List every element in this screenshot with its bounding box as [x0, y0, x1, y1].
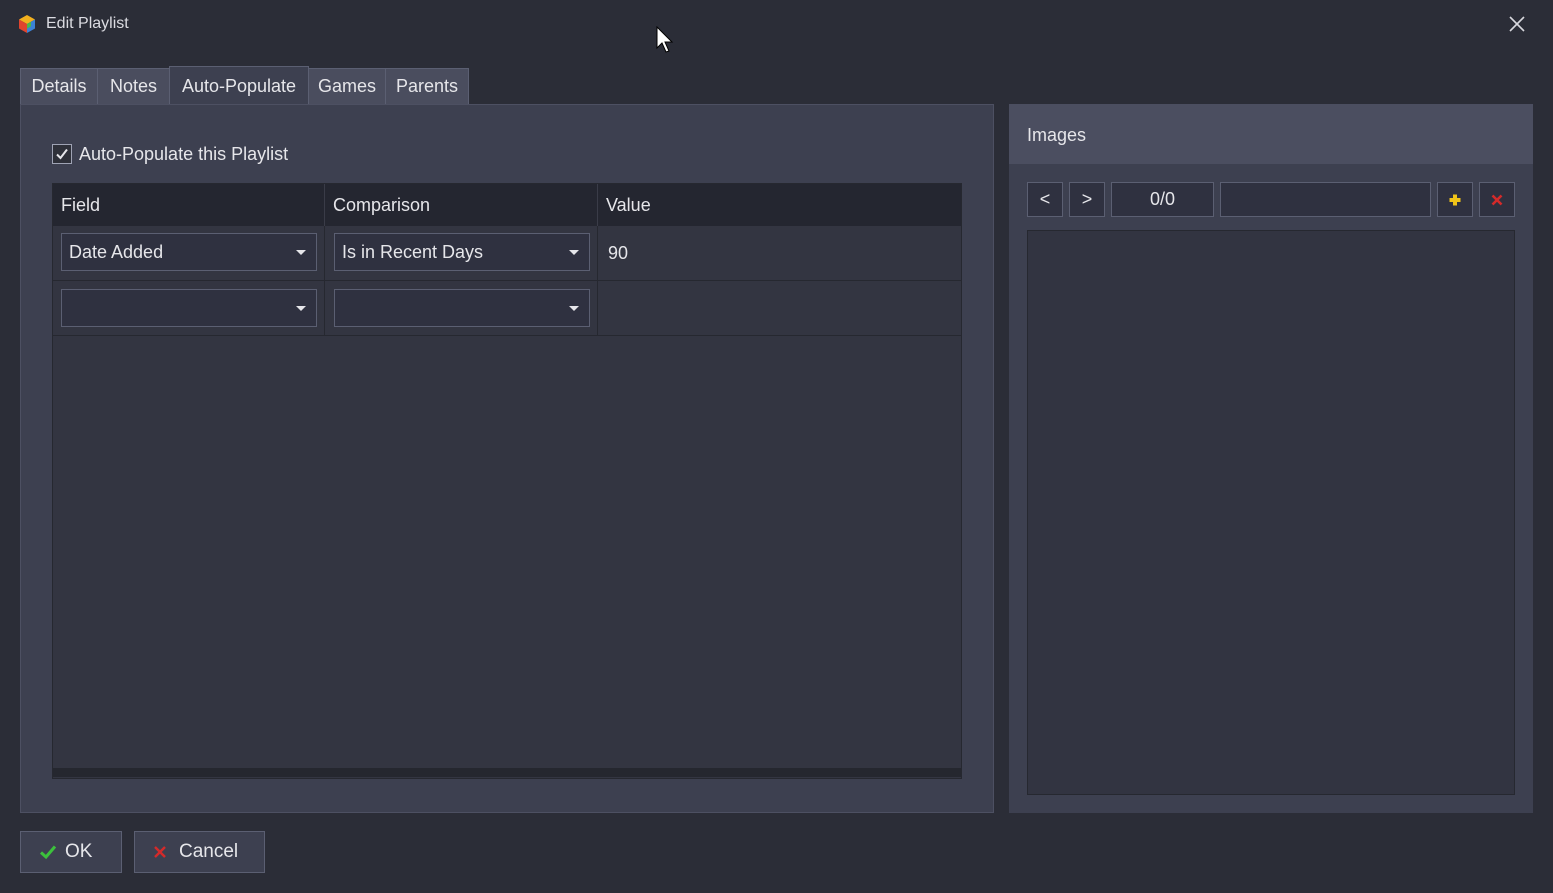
close-button[interactable]: [1500, 8, 1534, 40]
column-header-comparison[interactable]: Comparison: [325, 184, 598, 226]
add-image-icon: [1449, 194, 1461, 205]
delete-image-button[interactable]: [1479, 182, 1515, 217]
ok-button[interactable]: OK: [20, 831, 122, 873]
horizontal-scrollbar[interactable]: [53, 768, 961, 777]
next-image-button[interactable]: >: [1069, 182, 1105, 217]
mouse-cursor: [656, 25, 674, 54]
chevron-down-icon: [296, 250, 306, 255]
comparison-dropdown[interactable]: Is in Recent Days: [334, 233, 590, 271]
column-header-value[interactable]: Value: [598, 184, 961, 226]
window-title: Edit Playlist: [46, 15, 129, 32]
chevron-down-icon: [569, 250, 579, 255]
ok-button-label: OK: [65, 841, 93, 862]
image-counter: 0/0: [1111, 182, 1214, 217]
tab-parents[interactable]: Parents: [385, 68, 469, 105]
chevron-down-icon: [569, 306, 579, 311]
table-row: Date Added Is in Recent Days 90: [53, 226, 961, 281]
x-mark-icon: [154, 846, 166, 858]
rules-grid: Field Comparison Value Date Added Is in …: [52, 183, 962, 779]
tab-auto-populate[interactable]: Auto-Populate: [169, 66, 309, 106]
tab-notes[interactable]: Notes: [97, 68, 170, 105]
comparison-dropdown[interactable]: [334, 289, 590, 327]
tab-details[interactable]: Details: [20, 68, 98, 105]
checkmark-icon: [56, 148, 68, 160]
cancel-button-label: Cancel: [179, 841, 239, 862]
close-icon: [1509, 16, 1525, 32]
image-preview-area[interactable]: [1027, 230, 1515, 795]
image-path-field[interactable]: [1220, 182, 1431, 217]
delete-image-icon: [1491, 194, 1503, 205]
add-image-button[interactable]: [1437, 182, 1473, 217]
field-dropdown[interactable]: Date Added: [61, 233, 317, 271]
checkmark-icon: [39, 845, 57, 860]
auto-populate-checkbox[interactable]: [52, 144, 72, 164]
column-header-field[interactable]: Field: [53, 184, 325, 226]
app-logo-icon: [17, 14, 37, 34]
previous-image-button[interactable]: <: [1027, 182, 1063, 217]
images-header: [1009, 104, 1533, 164]
table-row: [53, 281, 961, 336]
images-title: Images: [1027, 125, 1087, 145]
cancel-button[interactable]: Cancel: [134, 831, 265, 873]
field-dropdown[interactable]: [61, 289, 317, 327]
comparison-dropdown-value: Is in Recent Days: [342, 241, 484, 262]
value-cell[interactable]: 90: [608, 243, 628, 264]
chevron-down-icon: [296, 306, 306, 311]
tab-games[interactable]: Games: [308, 68, 386, 105]
field-dropdown-value: Date Added: [69, 241, 164, 262]
auto-populate-label: Auto-Populate this Playlist: [79, 144, 289, 164]
value-cell[interactable]: [598, 281, 961, 336]
